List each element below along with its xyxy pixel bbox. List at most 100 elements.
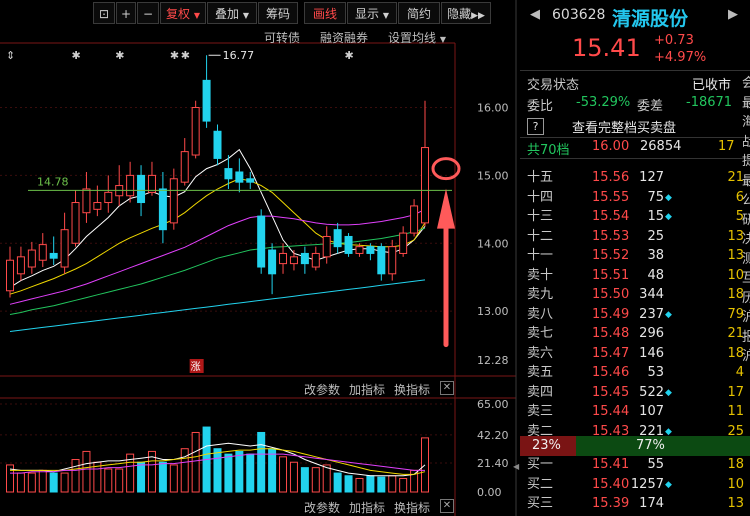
hide-label: 隐藏	[447, 7, 472, 21]
bid-row[interactable]: 买二 15.40 1257 10 ◆	[520, 476, 750, 494]
add-indicator-button[interactable]: 加指标	[349, 381, 385, 398]
ask-row[interactable]: 卖六 15.47 146 18	[520, 345, 750, 363]
volume-bar	[377, 476, 386, 493]
close-indicator-icon-lower[interactable]: ✕	[440, 499, 454, 513]
ask-row[interactable]: 十三 15.54 15 5 ◆	[520, 208, 750, 226]
candle	[180, 138, 189, 186]
convertible-bond-link[interactable]: 可转债	[264, 29, 300, 46]
ask-price: 15.47	[592, 345, 630, 361]
side-tab[interactable]: 公	[742, 189, 750, 208]
add-indicator-button-lower[interactable]: 加指标	[349, 499, 385, 516]
ma-setting-link[interactable]: 设置均线 ▼	[388, 29, 446, 46]
ask-volume: 48	[647, 267, 664, 283]
ask-row[interactable]: 卖八 15.49 237 79 ◆	[520, 306, 750, 324]
candle-body	[6, 259, 14, 292]
event-marker: ✱	[345, 49, 354, 62]
chips-button[interactable]: 筹码	[258, 2, 298, 24]
side-tab[interactable]: 战	[742, 131, 750, 150]
bid-volume: 1257	[630, 476, 664, 492]
change-param-button-lower[interactable]: 改参数	[304, 499, 340, 516]
bid-row[interactable]: 买一 15.41 55 18	[520, 456, 750, 474]
side-tab[interactable]: 研	[742, 209, 750, 228]
candle	[377, 243, 386, 281]
hide-button[interactable]: 隐藏▶▶	[441, 2, 491, 24]
ask-row[interactable]: 卖三 15.44 107 11	[520, 403, 750, 421]
candle-body	[322, 235, 331, 258]
stock-code: 603628	[552, 7, 606, 23]
side-tab[interactable]: 互	[742, 267, 750, 286]
display-dropdown[interactable]: 显示 ▼	[347, 2, 397, 24]
lock-icon[interactable]: ⊡	[93, 2, 115, 24]
ask-volume: 107	[639, 404, 664, 419]
event-marker: ⇕	[6, 49, 15, 62]
candle	[333, 222, 342, 254]
draw-line-button[interactable]: 画线	[304, 2, 346, 24]
margin-trading-link[interactable]: 融资融券	[320, 29, 368, 46]
zoom-out-icon[interactable]: −	[137, 2, 159, 24]
restore-rights-dropdown[interactable]: 复权 ▼	[160, 2, 206, 24]
ask-label: 十三	[527, 209, 554, 224]
book-help-icon[interactable]: ?	[527, 118, 544, 135]
volume-bar	[311, 467, 320, 493]
ask-row[interactable]: 卖四 15.45 522 17 ◆	[520, 384, 750, 402]
ask-row[interactable]: 十四 15.55 75 6 ◆	[520, 189, 750, 207]
candle	[49, 236, 58, 265]
ask-volume: 522	[639, 384, 664, 400]
side-tab[interactable]: 报	[742, 326, 750, 345]
volume-bar	[344, 475, 353, 493]
side-tab[interactable]: 测	[742, 248, 750, 267]
candle	[289, 250, 298, 271]
close-indicator-icon[interactable]: ✕	[440, 381, 454, 395]
side-tab[interactable]: 沪	[742, 345, 750, 364]
bid-price: 15.41	[592, 457, 630, 472]
ask-price: 15.48	[592, 326, 630, 341]
panel-collapse-handle[interactable]: ◀	[513, 455, 519, 479]
candle-body	[224, 168, 233, 180]
ask-row[interactable]: 十二 15.53 25 13	[520, 228, 750, 246]
ask-row[interactable]: 十五 15.56 127 21	[520, 169, 750, 187]
side-tab[interactable]: 最	[742, 170, 750, 189]
side-tab[interactable]: 提	[742, 150, 750, 169]
ask-label: 十四	[527, 189, 554, 205]
bid-row[interactable]: 买三 15.39 174 13	[520, 495, 750, 513]
volume-bar	[158, 461, 167, 493]
switch-indicator-button[interactable]: 换指标	[394, 381, 430, 398]
side-tab[interactable]: 会	[742, 72, 750, 91]
ask-row[interactable]: 卖十 15.51 48 10	[520, 267, 750, 285]
side-tab[interactable]: 决	[742, 228, 750, 247]
side-tab[interactable]: 历	[742, 287, 750, 306]
next-stock-icon[interactable]: ▶	[728, 7, 738, 22]
candle	[344, 233, 353, 257]
price-tick-label: 15.00	[477, 169, 509, 182]
candle-body	[289, 256, 298, 265]
volume-bar	[399, 477, 408, 493]
full-order-book-link[interactable]: 查看完整档买卖盘	[572, 117, 676, 136]
ask-price: 15.49	[592, 306, 630, 322]
ask-row[interactable]: 十一 15.52 38 13	[520, 247, 750, 265]
candle	[279, 243, 288, 274]
prev-stock-icon[interactable]: ◀	[530, 7, 540, 22]
side-tab-strip: 会最海战提最公研决测互历沪报沪	[742, 72, 750, 516]
overlay-dropdown[interactable]: 叠加 ▼	[207, 2, 257, 24]
candle	[6, 246, 14, 298]
total-levels-count: 17	[718, 139, 735, 154]
zoom-in-icon[interactable]: +	[116, 2, 136, 24]
side-tab[interactable]: 海	[742, 111, 750, 130]
ask-row[interactable]: 卖九 15.50 344 18	[520, 286, 750, 304]
volume-bar	[16, 472, 25, 493]
price-tick-label: 14.00	[477, 237, 509, 250]
simple-button[interactable]: 简约	[398, 2, 440, 24]
switch-indicator-button-lower[interactable]: 换指标	[394, 499, 430, 516]
side-tab[interactable]: 最	[742, 92, 750, 111]
volume-bar	[289, 461, 298, 493]
high-price-label: 16.77	[223, 49, 255, 62]
weibi-label: 委比	[527, 99, 554, 114]
volume-bar	[279, 456, 288, 493]
kline-chart[interactable]: 16.00 15.00 14.00 13.00 12.28 65.00 42.20 21.40…	[0, 0, 520, 516]
side-tab[interactable]: 沪	[742, 306, 750, 325]
ask-label: 卖九	[527, 287, 554, 302]
change-param-button[interactable]: 改参数	[304, 381, 340, 398]
ask-volume: 296	[639, 326, 664, 341]
ask-row[interactable]: 卖七 15.48 296 21	[520, 325, 750, 343]
ask-row[interactable]: 卖五 15.46 53 4	[520, 364, 750, 382]
